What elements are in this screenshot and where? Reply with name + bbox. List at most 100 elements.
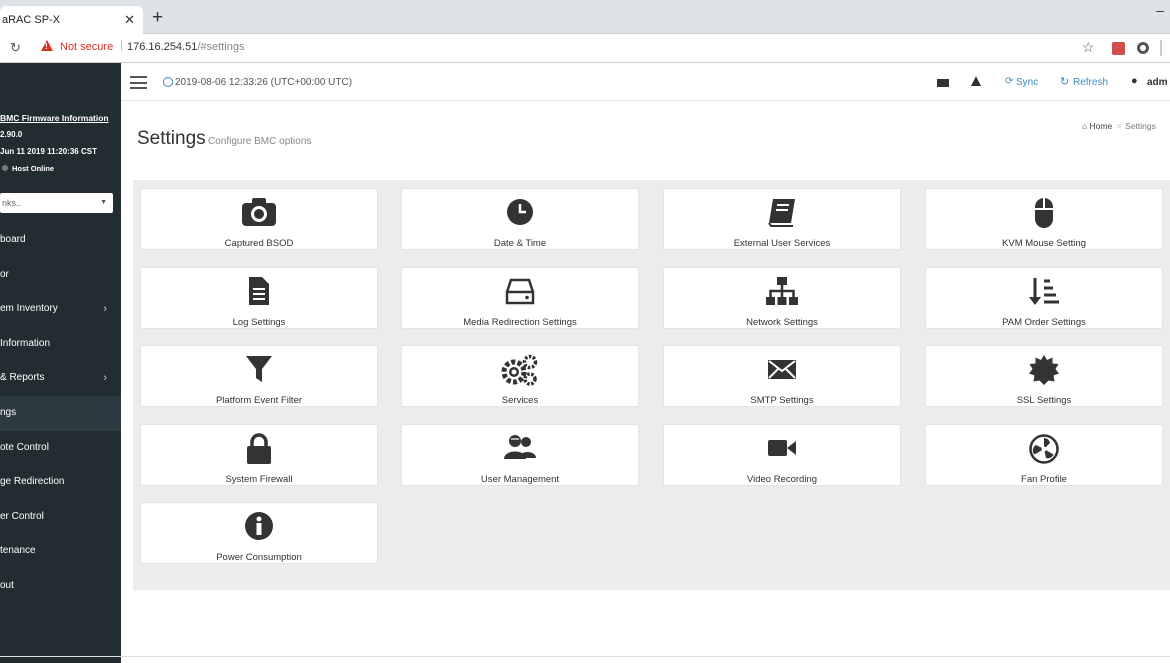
host-status-dot-icon [2,165,8,171]
card-label: Log Settings [232,317,286,328]
user-menu[interactable]: adm [1147,77,1168,88]
card-captured-bsod[interactable]: Captured BSOD [140,188,378,250]
card-label: External User Services [733,238,831,249]
page-title: Settings [137,128,206,149]
lock-icon [141,433,377,465]
top-header: 2019-08-06 12:33:26 (UTC+00:00 UTC) ⟳ Sy… [121,63,1170,101]
alert-icon[interactable] [971,76,981,86]
clock-icon [402,197,638,229]
reload-icon[interactable]: ↻ [10,40,21,56]
breadcrumb: ⌂ Home > Settings [1082,121,1156,131]
breadcrumb-home[interactable]: Home [1090,121,1113,131]
card-label: Power Consumption [216,552,302,563]
sync-button[interactable]: Sync [1016,77,1038,88]
card-label: Services [501,395,539,406]
sidebar-item-label: board [0,234,26,245]
sidebar-item-remote-control[interactable]: ote Control [0,431,121,466]
pdf-extension-icon[interactable] [1112,42,1125,55]
sidebar: BMC Firmware Information 2.90.0 Jun 11 2… [0,63,121,663]
camera-icon [141,197,377,229]
hamburger-menu-icon[interactable] [130,76,147,89]
footer-divider [0,656,1170,657]
bookmark-star-icon[interactable]: ☆ [1082,39,1095,56]
sidebar-item-label: ge Redirection [0,476,65,488]
card-smtp-settings[interactable]: SMTP Settings [663,345,901,407]
envelope-icon[interactable] [937,79,949,87]
card-video-recording[interactable]: Video Recording [663,424,901,486]
users-icon [402,433,638,465]
breadcrumb-current: Settings [1125,121,1156,131]
certificate-icon [926,354,1162,386]
sidebar-item-logs-reports[interactable]: & Reports › [0,361,121,396]
card-label: Media Redirection Settings [463,317,577,328]
sidebar-item-sensor[interactable]: or [0,258,121,293]
firmware-build-date: Jun 11 2019 11:20:36 CST [0,147,97,156]
chevron-right-icon: › [103,303,107,316]
hdd-icon [402,276,638,308]
sidebar-item-fru-information[interactable]: Information [0,327,121,362]
sidebar-item-label: out [0,579,14,591]
card-ssl-settings[interactable]: SSL Settings [925,345,1163,407]
video-camera-icon [664,433,900,465]
host-status-label: Host Online [12,164,55,173]
url-path: /#settings [197,41,245,53]
quick-links-select[interactable]: nks.. ▼ [0,193,113,213]
refresh-button[interactable]: Refresh [1073,77,1108,88]
card-media-redirection-settings[interactable]: Media Redirection Settings [401,267,639,329]
sync-icon[interactable]: ⟳ [1005,76,1013,87]
card-date-time[interactable]: Date & Time [401,188,639,250]
card-log-settings[interactable]: Log Settings [140,267,378,329]
card-services[interactable]: Services [401,345,639,407]
card-label: Platform Event Filter [215,395,303,406]
extension-icon[interactable] [1137,42,1149,54]
card-external-user-services[interactable]: External User Services [663,188,901,250]
card-system-firewall[interactable]: System Firewall [140,424,378,486]
card-label: Video Recording [746,474,818,485]
not-secure-label[interactable]: Not secure [60,41,113,53]
card-fan-profile[interactable]: Fan Profile [925,424,1163,486]
file-text-icon [141,276,377,308]
card-label: PAM Order Settings [1002,317,1086,328]
chevron-right-icon: › [103,372,107,385]
card-network-settings[interactable]: Network Settings [663,267,901,329]
clock-icon [163,77,173,87]
refresh-icon[interactable]: ↻ [1060,75,1069,88]
envelope-icon [664,354,900,386]
sidebar-item-label: Information [0,337,51,349]
mouse-icon [926,197,1162,229]
sidebar-item-label: er Control [0,510,44,522]
firmware-info-link[interactable]: BMC Firmware Information [0,113,109,123]
tab-close-icon[interactable]: ✕ [124,6,135,34]
card-pam-order-settings[interactable]: PAM Order Settings [925,267,1163,329]
sidebar-item-dashboard[interactable]: board [0,223,121,258]
sidebar-item-maintenance[interactable]: tenance [0,534,121,569]
browser-tab-title: aRAC SP-X [2,14,61,26]
card-user-management[interactable]: User Management [401,424,639,486]
card-label: KVM Mouse Setting [1002,238,1086,249]
home-icon: ⌂ [1082,121,1088,131]
card-kvm-mouse-setting[interactable]: KVM Mouse Setting [925,188,1163,250]
card-platform-event-filter[interactable]: Platform Event Filter [140,345,378,407]
firmware-version: 2.90.0 [0,130,23,139]
sidebar-item-power-control[interactable]: er Control [0,500,121,535]
user-icon[interactable]: ● [1131,75,1138,87]
sidebar-item-signout[interactable]: out [0,569,121,604]
sidebar-nav: board or em Inventory › Information & Rep… [0,223,121,604]
sidebar-item-label: & Reports [0,372,45,384]
sidebar-item-image-redirection[interactable]: ge Redirection [0,465,121,500]
breadcrumb-separator: > [1116,121,1122,131]
sidebar-item-system-inventory[interactable]: em Inventory › [0,292,121,327]
sidebar-item-settings[interactable]: ngs [0,395,121,431]
quick-links-placeholder: nks.. [2,198,22,208]
url-host: 176.16.254.51 [127,41,198,53]
page-subtitle: Configure BMC options [208,136,312,147]
warning-icon[interactable] [41,40,53,51]
card-label: Network Settings [746,317,818,328]
url-field[interactable]: 176.16.254.51/#settings [127,41,244,53]
sitemap-icon [664,276,900,308]
new-tab-button[interactable]: + [152,7,163,29]
card-power-consumption[interactable]: Power Consumption [140,502,378,564]
gears-icon [402,354,638,386]
browser-tab[interactable]: aRAC SP-X ✕ [0,6,143,34]
minimize-button[interactable]: – [1156,2,1164,18]
